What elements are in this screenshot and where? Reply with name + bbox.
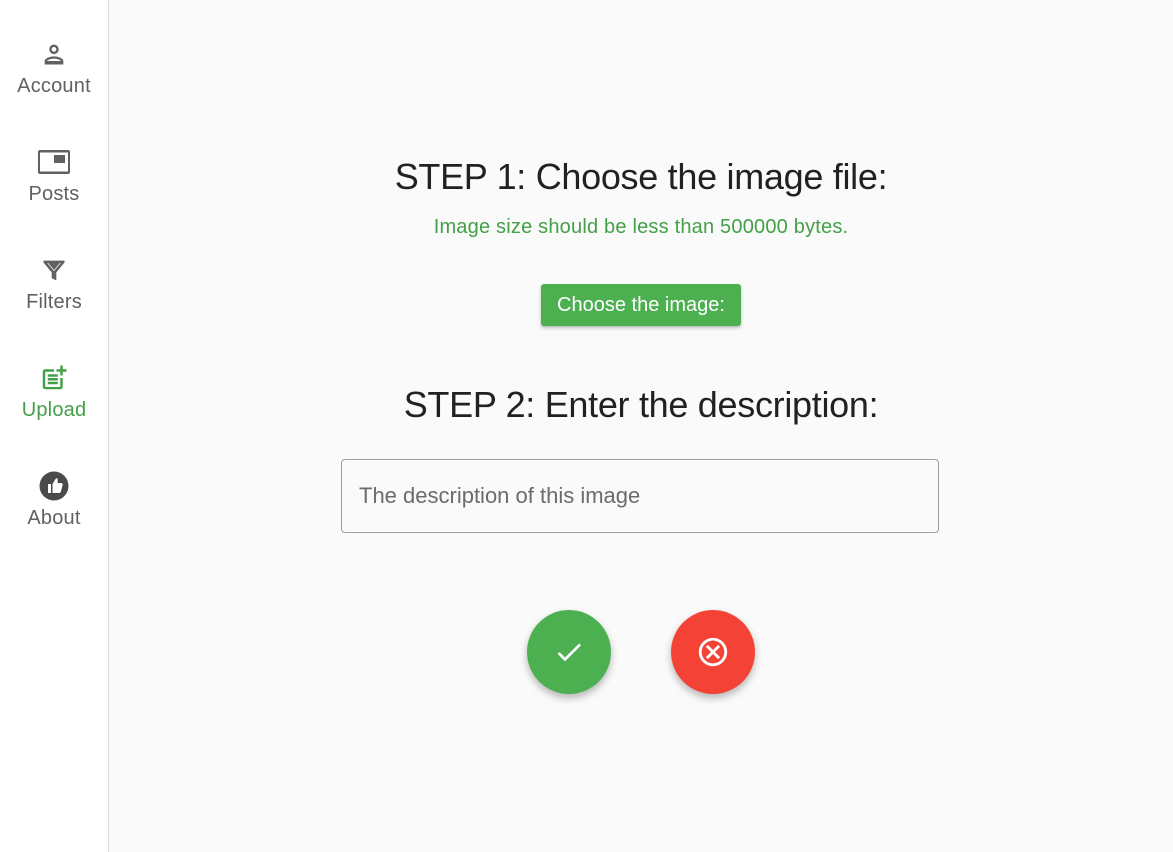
step1-heading: STEP 1: Choose the image file: — [394, 156, 888, 197]
choose-image-button[interactable]: Choose the image: — [541, 284, 741, 326]
sidebar-item-account[interactable]: Account — [0, 37, 108, 133]
sidebar-item-posts[interactable]: Posts — [0, 145, 108, 241]
sidebar-item-label: About — [27, 507, 81, 529]
picture-in-picture-icon — [37, 145, 71, 179]
post-add-icon — [37, 361, 71, 395]
cancel-button[interactable] — [671, 610, 755, 694]
upload-panel: STEP 1: Choose the image file: Image siz… — [109, 0, 1173, 852]
confirm-button[interactable] — [527, 610, 611, 694]
sidebar-nav: Account Posts Filters Upload About — [0, 0, 109, 852]
sidebar-item-label: Account — [17, 75, 91, 97]
sidebar-item-about[interactable]: About — [0, 469, 108, 565]
thumb-up-icon — [37, 469, 71, 503]
sidebar-item-filters[interactable]: Filters — [0, 253, 108, 349]
sidebar-item-upload[interactable]: Upload — [0, 361, 108, 457]
cancel-circle-icon — [696, 635, 730, 669]
sidebar-item-label: Posts — [28, 183, 80, 205]
check-icon — [553, 636, 585, 668]
filter-icon — [37, 253, 71, 287]
sidebar-item-label: Upload — [21, 399, 87, 421]
image-size-hint: Image size should be less than 500000 by… — [433, 216, 849, 238]
step2-heading: STEP 2: Enter the description: — [403, 384, 879, 425]
sidebar-item-label: Filters — [26, 291, 82, 313]
app-window: Account Posts Filters Upload About STEP … — [0, 0, 1173, 852]
person-icon — [37, 37, 71, 71]
description-input[interactable] — [341, 459, 939, 533]
